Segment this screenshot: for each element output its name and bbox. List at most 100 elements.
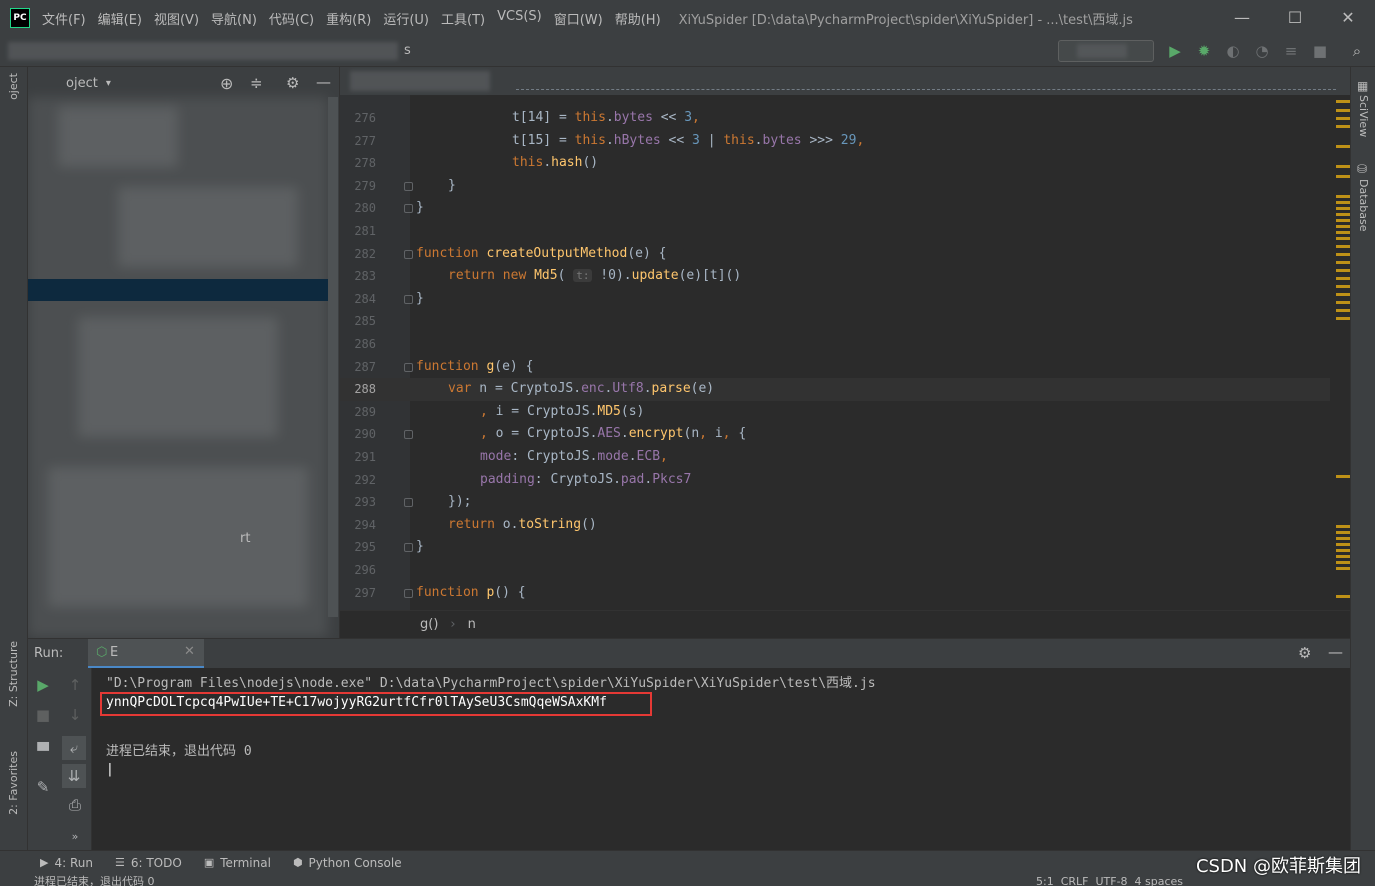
code-line[interactable]: 276 t[14] = this.bytes << 3,: [340, 107, 1330, 130]
profile-icon[interactable]: ◔: [1253, 42, 1271, 60]
code-line[interactable]: 285: [340, 310, 1330, 333]
stop-icon[interactable]: ■: [34, 706, 52, 724]
close-tab-icon[interactable]: ✕: [184, 644, 195, 659]
code-line[interactable]: 286: [340, 333, 1330, 356]
search-everywhere-icon[interactable]: ⌕: [1348, 42, 1366, 60]
warning-marker[interactable]: [1336, 100, 1350, 103]
code-line[interactable]: 288 var n = CryptoJS.enc.Utf8.parse(e): [340, 378, 1330, 401]
warning-marker[interactable]: [1336, 261, 1350, 264]
menu-item[interactable]: 工具(T): [441, 9, 485, 28]
fold-marker-icon[interactable]: [404, 362, 413, 372]
menu-item[interactable]: 帮助(H): [615, 9, 661, 28]
concurrency-icon[interactable]: ≡: [1282, 42, 1300, 60]
run-console[interactable]: "D:\Program Files\nodejs\node.exe" D:\da…: [92, 668, 1350, 850]
code-line[interactable]: 296: [340, 559, 1330, 582]
warning-marker[interactable]: [1336, 231, 1350, 234]
run-icon[interactable]: ▶: [1166, 42, 1184, 60]
code-line[interactable]: 284}: [340, 288, 1330, 311]
fold-marker-icon[interactable]: [404, 204, 413, 214]
breadcrumb-item-function[interactable]: g(): [420, 617, 438, 632]
maximize-button[interactable]: ☐: [1272, 0, 1318, 36]
fold-marker-icon[interactable]: [404, 588, 413, 598]
bottom-tab[interactable]: ⬢ Python Console: [293, 856, 402, 870]
warning-marker[interactable]: [1336, 561, 1350, 564]
code-line[interactable]: 290, o = CryptoJS.AES.encrypt(n, i, {: [340, 423, 1330, 446]
code-line[interactable]: 289, i = CryptoJS.MD5(s): [340, 401, 1330, 424]
code-area[interactable]: 276 t[14] = this.bytes << 3, 277 t[15] = th…: [340, 107, 1330, 610]
layout-icon[interactable]: ▀: [34, 742, 52, 760]
chevron-down-icon[interactable]: ▾: [106, 78, 111, 89]
warning-marker[interactable]: [1336, 531, 1350, 534]
code-line[interactable]: 279}: [340, 175, 1330, 198]
bottom-tab[interactable]: ☰ 6: TODO: [115, 856, 182, 870]
fold-marker-icon[interactable]: [404, 181, 413, 191]
close-window-button[interactable]: ✕: [1325, 0, 1371, 36]
database-tool-tab[interactable]: Database: [1357, 179, 1370, 232]
warning-marker[interactable]: [1336, 475, 1350, 478]
menu-item[interactable]: 导航(N): [211, 9, 257, 28]
selected-tree-row[interactable]: [28, 279, 338, 301]
menu-item[interactable]: 视图(V): [154, 9, 199, 28]
down-arrow-icon[interactable]: ↓: [66, 706, 84, 724]
coverage-icon[interactable]: ◐: [1224, 42, 1242, 60]
code-line[interactable]: 280}: [340, 197, 1330, 220]
menu-item[interactable]: 代码(C): [269, 9, 314, 28]
more-icon[interactable]: »: [66, 828, 84, 846]
warning-marker[interactable]: [1336, 277, 1350, 280]
warning-marker[interactable]: [1336, 269, 1350, 272]
warning-marker[interactable]: [1336, 145, 1350, 148]
minimize-button[interactable]: —: [1219, 0, 1265, 36]
hide-panel-icon[interactable]: —: [316, 73, 331, 91]
code-line[interactable]: 291 mode: CryptoJS.mode.ECB,: [340, 446, 1330, 469]
fold-marker-icon[interactable]: [404, 249, 413, 259]
code-line[interactable]: 295}: [340, 536, 1330, 559]
warning-marker[interactable]: [1336, 301, 1350, 304]
warning-marker[interactable]: [1336, 109, 1350, 112]
project-scrollbar[interactable]: [328, 97, 338, 617]
rerun-icon[interactable]: ▶: [34, 676, 52, 694]
menu-item[interactable]: 窗口(W): [554, 9, 603, 28]
warning-marker[interactable]: [1336, 245, 1350, 248]
warning-marker[interactable]: [1336, 285, 1350, 288]
code-line[interactable]: 282 function createOutputMethod(e) {: [340, 243, 1330, 266]
warning-marker[interactable]: [1336, 525, 1350, 528]
code-line[interactable]: 287 function g(e) {: [340, 356, 1330, 379]
fold-marker-icon[interactable]: [404, 430, 413, 440]
debug-icon[interactable]: ✹: [1195, 42, 1213, 60]
pin-tab-icon[interactable]: ✎: [34, 778, 52, 796]
warning-marker[interactable]: [1336, 225, 1350, 228]
gear-icon[interactable]: ⚙: [286, 74, 299, 92]
error-stripe-bar[interactable]: [1330, 95, 1350, 610]
fold-marker-icon[interactable]: [404, 294, 413, 304]
warning-marker[interactable]: [1336, 195, 1350, 198]
menu-item[interactable]: 重构(R): [326, 9, 371, 28]
warning-marker[interactable]: [1336, 165, 1350, 168]
bottom-tab[interactable]: ▣ Terminal: [204, 856, 271, 870]
code-line[interactable]: 293});: [340, 491, 1330, 514]
favorites-tool-tab[interactable]: 2: Favorites: [7, 751, 20, 815]
warning-marker[interactable]: [1336, 309, 1350, 312]
run-config-tab[interactable]: ⬡ E ✕: [88, 639, 204, 669]
fold-marker-icon[interactable]: [404, 543, 413, 553]
code-line[interactable]: 294 return o.toString(): [340, 514, 1330, 537]
code-line[interactable]: 277 t[15] = this.hBytes << 3 | this.bytes…: [340, 130, 1330, 153]
print-icon[interactable]: ⎙: [66, 796, 84, 814]
code-line[interactable]: 297 function p() {: [340, 582, 1330, 605]
warning-marker[interactable]: [1336, 549, 1350, 552]
gear-icon[interactable]: ⚙: [1298, 644, 1311, 662]
menu-item[interactable]: 编辑(E): [98, 9, 142, 28]
warning-marker[interactable]: [1336, 317, 1350, 320]
soft-wrap-icon[interactable]: ⤶: [62, 736, 86, 760]
warning-marker[interactable]: [1336, 537, 1350, 540]
warning-marker[interactable]: [1336, 293, 1350, 296]
warning-marker[interactable]: [1336, 201, 1350, 204]
run-configuration-select[interactable]: [1058, 40, 1154, 62]
up-arrow-icon[interactable]: ↑: [66, 676, 84, 694]
project-tool-tab[interactable]: oject: [7, 73, 20, 100]
warning-marker[interactable]: [1336, 237, 1350, 240]
structure-tool-tab[interactable]: Z: Structure: [7, 641, 20, 707]
warning-marker[interactable]: [1336, 543, 1350, 546]
hide-panel-icon[interactable]: —: [1328, 643, 1343, 661]
warning-marker[interactable]: [1336, 555, 1350, 558]
breadcrumb-item-variable[interactable]: n: [468, 617, 476, 632]
